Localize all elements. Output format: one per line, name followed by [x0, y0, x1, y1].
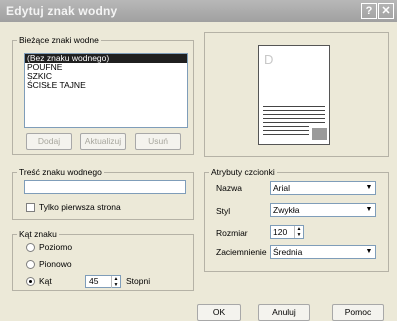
shade-label: Zaciemnienie [216, 247, 267, 257]
font-name-label: Nazwa [216, 183, 242, 193]
page-line [263, 118, 325, 119]
angle-label: Kąt [39, 276, 52, 286]
cancel-button[interactable]: Anuluj [258, 304, 310, 321]
angle-stepper[interactable]: 45 ▲ ▼ [85, 275, 121, 288]
page-line [263, 130, 309, 131]
close-icon[interactable]: ✕ [378, 3, 394, 19]
page-line [263, 126, 309, 127]
watermark-text-input[interactable] [24, 180, 186, 194]
angle-value: 45 [89, 276, 99, 286]
page-image-block [312, 128, 327, 140]
page-line [263, 106, 325, 107]
font-style-select[interactable]: Zwykła ▼ [270, 203, 376, 217]
shade-select[interactable]: Średnia ▼ [270, 245, 376, 259]
font-size-label: Rozmiar [216, 228, 248, 238]
angle-group-label: Kąt znaku [17, 229, 59, 240]
horizontal-label: Poziomo [39, 242, 73, 252]
font-size-value: 120 [273, 227, 288, 237]
ok-button[interactable]: OK [197, 304, 241, 321]
spin-arrows-icon[interactable]: ▲ ▼ [111, 276, 120, 288]
first-page-only-checkbox[interactable] [26, 203, 35, 212]
title-bar: Edytuj znak wodny ? ✕ [0, 0, 397, 22]
current-watermarks-label: Bieżące znaki wodne [17, 35, 101, 46]
first-page-only-label: Tylko pierwsza strona [39, 202, 121, 212]
degrees-label: Stopni [126, 276, 151, 286]
chevron-down-icon[interactable]: ▼ [363, 204, 375, 216]
shade-value: Średnia [273, 247, 303, 257]
delete-button[interactable]: Usuń [135, 133, 181, 150]
horizontal-radio[interactable] [26, 243, 35, 252]
spin-arrows-icon[interactable]: ▲ ▼ [294, 226, 303, 238]
watermark-text-label: Treść znaku wodnego [17, 167, 104, 178]
edit-watermark-dialog: Edytuj znak wodny ? ✕ Bieżące znaki wodn… [0, 0, 397, 321]
page-line [263, 114, 325, 115]
dialog-title: Edytuj znak wodny [6, 4, 118, 18]
font-style-label: Styl [216, 206, 231, 216]
chevron-down-icon[interactable]: ▼ [363, 246, 375, 258]
font-name-select[interactable]: Arial ▼ [270, 181, 376, 195]
add-button[interactable]: Dodaj [26, 133, 72, 150]
vertical-label: Pionowo [39, 259, 72, 269]
page-line [263, 122, 325, 123]
watermark-list[interactable]: (Bez znaku wodnego) POUFNE SZKIC ŚCISŁE … [24, 53, 188, 128]
vertical-radio[interactable] [26, 260, 35, 269]
page-line [263, 110, 325, 111]
font-attributes-label: Atrybuty czcionki [209, 167, 277, 178]
font-style-value: Zwykła [273, 205, 300, 215]
font-name-value: Arial [273, 183, 291, 193]
chevron-down-icon[interactable]: ▼ [363, 182, 375, 194]
watermark-preview-letter: D [264, 52, 274, 67]
help-icon[interactable]: ? [361, 3, 377, 19]
help-button[interactable]: Pomoc [332, 304, 384, 321]
page-line [263, 134, 309, 135]
page-preview: D [258, 45, 330, 145]
angle-radio[interactable] [26, 277, 35, 286]
update-button[interactable]: Aktualizuj [80, 133, 126, 150]
list-item[interactable]: ŚCISŁE TAJNE [25, 81, 187, 90]
font-size-stepper[interactable]: 120 ▲ ▼ [270, 225, 304, 239]
